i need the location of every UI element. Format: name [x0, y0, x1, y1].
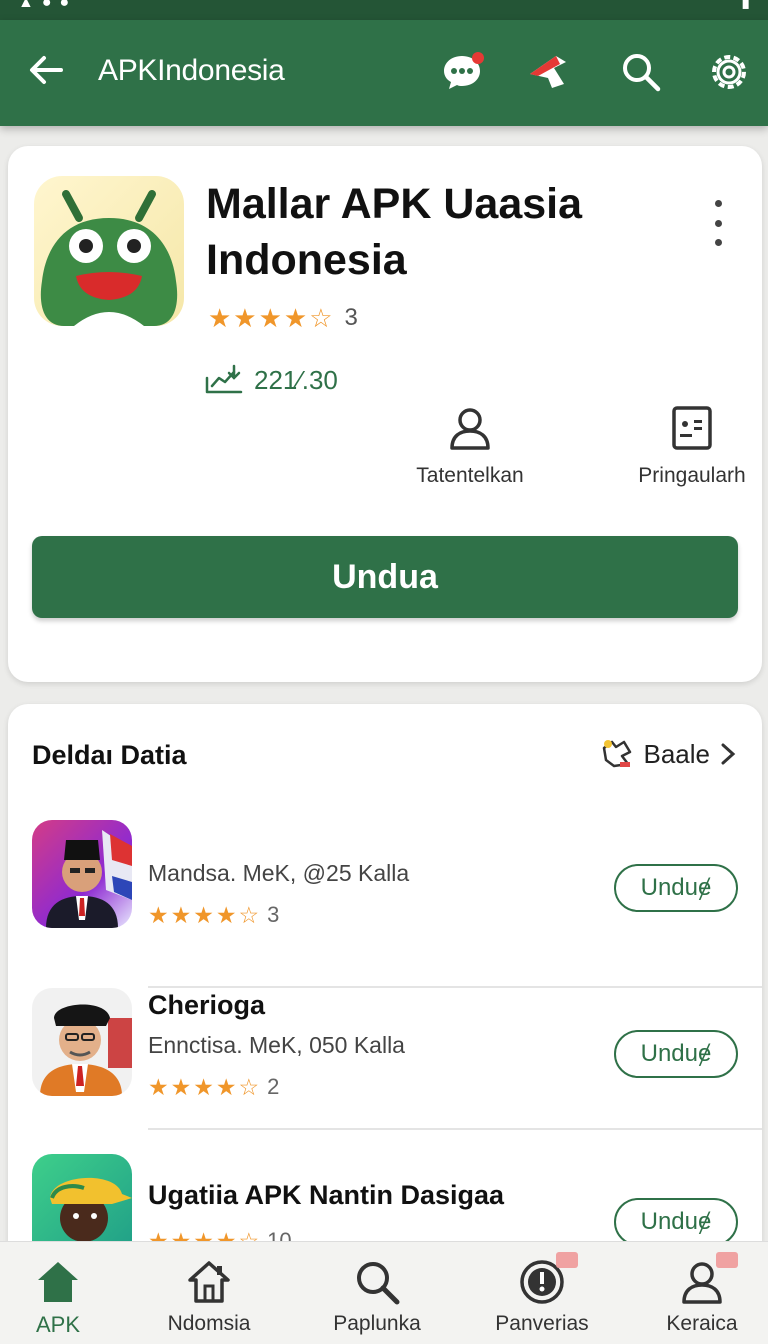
puzzle-icon — [602, 740, 631, 768]
app-bar: APKIndonesia — [0, 20, 768, 126]
more-dot — [714, 200, 722, 207]
chat-icon — [444, 52, 484, 89]
app-thumbnail — [32, 820, 132, 928]
notification-badge — [716, 1252, 738, 1268]
featured-app-card: Mallar APK Uaasia Indonesia ★★★★☆ 3 221⁄… — [8, 146, 762, 682]
app-title-heading: Mallar APK Uaasia Indonesia — [206, 180, 583, 284]
rating-count: 3 — [267, 902, 280, 927]
item-subtitle: Mandsa. MeK, @25 Kalla — [148, 860, 410, 886]
download-button[interactable]: Unduɇ — [614, 864, 738, 912]
nav-item-ndomsia[interactable]: Ndomsia — [139, 1256, 279, 1336]
nav-label: APK — [35, 1312, 81, 1337]
signal-icon: ▲ — [18, 0, 34, 11]
status-right: ▮ — [741, 0, 750, 13]
house-outline-icon — [183, 1256, 235, 1308]
more-dot — [714, 219, 722, 227]
bottom-navigation: APK Ndomsia Paplunka Panverias Keraica — [0, 1241, 768, 1344]
nav-label: Panverias — [495, 1312, 589, 1335]
app-thumbnail — [32, 988, 132, 1096]
user-icon — [676, 1252, 738, 1308]
install-button[interactable]: Undua — [32, 536, 738, 618]
nav-item-keraica[interactable]: Keraica — [632, 1252, 768, 1336]
notification-badge — [556, 1252, 578, 1268]
rating-count: 3 — [344, 304, 358, 331]
rating-stars: ★★★★☆ — [208, 303, 335, 333]
battery-icon: ▮ — [741, 0, 750, 11]
status-left: ▲ ● ● — [18, 0, 69, 13]
nav-label: Ndomsia — [167, 1312, 251, 1335]
download-count: 221⁄.30 — [204, 364, 338, 396]
settings-button[interactable] — [705, 48, 753, 96]
see-all-link[interactable]: Baale — [598, 738, 737, 770]
app-icon[interactable] — [34, 176, 184, 326]
app-list-card: Deldaı Datia Baale Mandsa. MeK, @25 Kall… — [8, 704, 762, 1264]
download-button[interactable]: Unduɇ — [614, 1030, 738, 1078]
search-button[interactable] — [617, 48, 665, 96]
item-title: Ugatiia APK Nantin Dasigaa — [148, 1180, 505, 1210]
see-all-label: Baale — [643, 738, 711, 769]
alert-icon — [516, 1252, 578, 1308]
status-bar: ▲ ● ● ▮ — [0, 0, 768, 20]
chevron-right-icon — [721, 743, 736, 765]
download-button[interactable]: Unduɇ — [614, 1198, 738, 1246]
location-icon: ● — [41, 0, 52, 11]
nav-label: Keraica — [666, 1312, 738, 1335]
rating-count: 2 — [267, 1074, 280, 1099]
back-button[interactable] — [24, 48, 68, 92]
chat-button[interactable] — [438, 48, 486, 96]
meta-developer[interactable]: Tatentelkan — [408, 404, 532, 488]
download-stats-icon — [205, 364, 243, 394]
document-icon — [672, 406, 712, 450]
search-icon — [351, 1256, 403, 1308]
list-item[interactable]: Cherioga Ennctisa. MeK, 050 Kalla ★★★★☆ … — [8, 960, 762, 1130]
item-rating: ★★★★☆ 3 — [148, 900, 279, 930]
arrow-left-icon — [30, 56, 63, 84]
meta-permissions[interactable]: Pringaularh — [630, 404, 754, 488]
notification-icon: ● — [59, 0, 70, 11]
nav-label: Paplunka — [333, 1312, 421, 1335]
home-icon — [32, 1256, 84, 1308]
android-mascot-icon — [40, 190, 178, 326]
search-icon — [623, 54, 661, 92]
more-options-button[interactable] — [704, 200, 732, 246]
item-subtitle: Ennctisa. MeK, 050 Kalla — [148, 1032, 405, 1058]
app-title: APKIndonesia — [98, 54, 285, 87]
meta-label: Pringaularh — [638, 464, 746, 487]
nav-item-panverias[interactable]: Panverias — [472, 1252, 612, 1336]
flag-icon — [530, 56, 566, 88]
rating-stars: ★★★★☆ — [148, 1074, 262, 1100]
person-avatar-icon — [40, 1004, 132, 1096]
item-rating: ★★★★☆ 2 — [148, 1072, 279, 1102]
meta-label: Tatentelkan — [416, 464, 524, 487]
more-dot — [714, 239, 722, 246]
person-avatar-icon — [46, 830, 132, 928]
user-icon — [450, 408, 490, 450]
item-title: Cherioga — [148, 990, 266, 1020]
gear-icon — [712, 55, 746, 89]
rating-stars: ★★★★☆ — [148, 902, 262, 928]
flag-button[interactable] — [526, 48, 574, 96]
app-rating: ★★★★☆ 3 — [208, 303, 358, 333]
nav-item-paplunka[interactable]: Paplunka — [307, 1256, 447, 1336]
download-count-value: 221⁄.30 — [254, 364, 338, 395]
nav-item-apk[interactable]: APK — [0, 1256, 128, 1338]
section-title: Deldaı Datia — [32, 740, 187, 770]
